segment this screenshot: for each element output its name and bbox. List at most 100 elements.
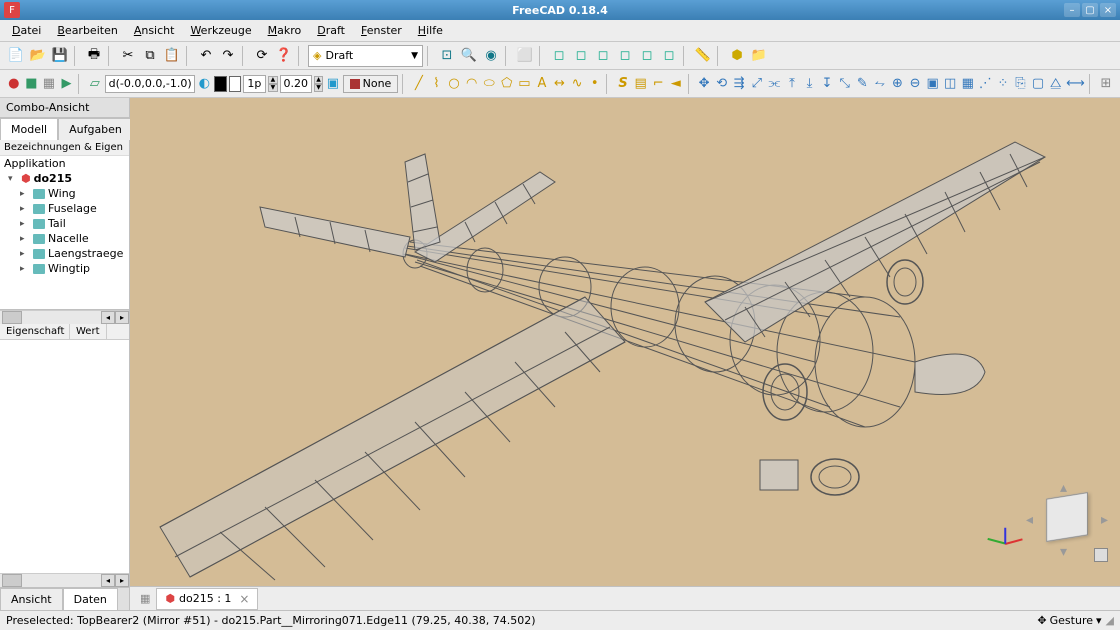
upgrade-tool-icon[interactable]: ⤓ [802, 74, 818, 94]
facebinder-icon[interactable]: ▤ [633, 74, 649, 94]
tree-item-wingtip[interactable]: ▸Wingtip [0, 261, 129, 276]
line-tool-icon[interactable]: ╱ [411, 74, 427, 94]
scale-tool-icon[interactable]: ⤡ [837, 74, 853, 94]
wire2bspline-icon[interactable]: ⥊ [872, 74, 888, 94]
minimize-button[interactable]: – [1064, 3, 1080, 17]
shapestring-icon[interactable]: S [615, 74, 631, 94]
view-right-icon[interactable]: ◻ [593, 46, 613, 66]
copy-icon[interactable]: ⧉ [140, 46, 160, 66]
label-icon[interactable]: ◄ [668, 74, 684, 94]
model-tree[interactable]: Bezeichnungen & Eigen Applikation ▾⬢do21… [0, 140, 129, 310]
tree-item-nacelle[interactable]: ▸Nacelle [0, 231, 129, 246]
zoom-icon[interactable]: 🔍 [459, 46, 479, 66]
view-front-icon[interactable]: ◻ [549, 46, 569, 66]
undo-icon[interactable]: ↶ [196, 46, 216, 66]
circle-tool-icon[interactable]: ○ [446, 74, 462, 94]
toggle-icon[interactable]: ◐ [197, 74, 213, 94]
shape2d-icon[interactable]: ▣ [925, 74, 941, 94]
join-tool-icon[interactable]: ⫘ [767, 74, 783, 94]
wire-tool-icon[interactable]: ⌇ [429, 74, 445, 94]
tree-root[interactable]: Applikation [0, 156, 129, 171]
menu-draft[interactable]: Draft [309, 21, 353, 40]
spin-1[interactable]: 1p [243, 75, 266, 93]
open-file-icon[interactable]: 📂 [28, 46, 48, 66]
addpoint-icon[interactable]: ⊕ [890, 74, 906, 94]
close-tab-icon[interactable]: × [239, 592, 249, 606]
view-iso-icon[interactable]: ⬜ [515, 46, 535, 66]
plane-icon[interactable]: ▱ [87, 74, 103, 94]
resize-grip-icon[interactable]: ◢ [1106, 614, 1114, 627]
tree-item-fuselage[interactable]: ▸Fuselage [0, 201, 129, 216]
whatsthis-icon[interactable]: ❓ [274, 46, 294, 66]
drawing-icon[interactable]: ▢ [1030, 74, 1046, 94]
tree-item-tail[interactable]: ▸Tail [0, 216, 129, 231]
stop-icon[interactable]: ■ [24, 74, 40, 94]
offset-tool-icon[interactable]: ⇶ [731, 74, 747, 94]
menu-datei[interactable]: Datei [4, 21, 49, 40]
point-tool-icon[interactable]: • [587, 74, 603, 94]
view-left-icon[interactable]: ◻ [659, 46, 679, 66]
group-icon[interactable]: 📁 [749, 46, 769, 66]
bspline-tool-icon[interactable]: ∿ [569, 74, 585, 94]
view-top-icon[interactable]: ◻ [571, 46, 591, 66]
ellipse-tool-icon[interactable]: ⬭ [481, 74, 497, 94]
workbench-selector[interactable]: ◈ Draft ▼ [308, 45, 423, 67]
sketch-icon[interactable]: ◫ [942, 74, 958, 94]
move-tool-icon[interactable]: ✥ [696, 74, 712, 94]
arc-tool-icon[interactable]: ◠ [464, 74, 480, 94]
autogroup-none[interactable]: None [343, 75, 399, 93]
text-tool-icon[interactable]: A [534, 74, 550, 94]
clone-tool-icon[interactable]: ⎘ [1013, 74, 1029, 94]
snap-toggle-icon[interactable]: ⊞ [1098, 74, 1114, 94]
tab-ansicht[interactable]: Ansicht [0, 588, 63, 610]
doctab-do215[interactable]: ⬢ do215 : 1 × [156, 588, 258, 610]
polygon-tool-icon[interactable]: ⬠ [499, 74, 515, 94]
tree-doc[interactable]: ▾⬢do215 [0, 171, 129, 186]
menu-hilfe[interactable]: Hilfe [410, 21, 451, 40]
menu-ansicht[interactable]: Ansicht [126, 21, 183, 40]
save-file-icon[interactable]: 💾 [50, 46, 70, 66]
stretch-tool-icon[interactable]: ⟷ [1065, 74, 1085, 94]
3d-view[interactable]: ▴ ▾ ◂ ▸ [130, 98, 1120, 586]
tab-aufgaben[interactable]: Aufgaben [58, 118, 133, 140]
zoom-fit-icon[interactable]: ⊡ [437, 46, 457, 66]
paste-icon[interactable]: 📋 [162, 46, 182, 66]
rotate-tool-icon[interactable]: ⟲ [714, 74, 730, 94]
bezier-icon[interactable]: ⌐ [650, 74, 666, 94]
macros-icon[interactable]: ▦ [41, 74, 57, 94]
downgrade-tool-icon[interactable]: ↧ [819, 74, 835, 94]
menu-makro[interactable]: Makro [260, 21, 310, 40]
props-scrollbar[interactable]: ◂▸ [0, 573, 129, 587]
redo-icon[interactable]: ↷ [218, 46, 238, 66]
construction-icon[interactable]: ▣ [325, 74, 341, 94]
menu-werkzeuge[interactable]: Werkzeuge [182, 21, 259, 40]
record-icon[interactable]: ● [6, 74, 22, 94]
navigation-cube[interactable]: ▴ ▾ ◂ ▸ [1032, 486, 1102, 556]
view-rear-icon[interactable]: ◻ [615, 46, 635, 66]
refresh-icon[interactable]: ⟳ [252, 46, 272, 66]
dimension-tool-icon[interactable]: ↔ [552, 74, 568, 94]
tab-modell[interactable]: Modell [0, 118, 58, 140]
delpoint-icon[interactable]: ⊖ [907, 74, 923, 94]
print-icon[interactable]: 🖶 [84, 46, 104, 66]
nav-style[interactable]: ✥ Gesture ▾ [1037, 614, 1101, 627]
menu-fenster[interactable]: Fenster [353, 21, 410, 40]
spin-2[interactable]: 0.20 [280, 75, 313, 93]
property-view[interactable] [0, 340, 129, 573]
cut-icon[interactable]: ✂ [118, 46, 138, 66]
trimex-tool-icon[interactable]: ⤢ [749, 74, 765, 94]
new-file-icon[interactable]: 📄 [6, 46, 26, 66]
face-color[interactable] [214, 76, 227, 92]
draw-style-icon[interactable]: ◉ [481, 46, 501, 66]
edit-tool-icon[interactable]: ✎ [855, 74, 871, 94]
tree-scrollbar[interactable]: ◂▸ [0, 310, 129, 324]
patharray-icon[interactable]: ⋰ [978, 74, 994, 94]
pointarray-icon[interactable]: ⁘ [995, 74, 1011, 94]
split-tool-icon[interactable]: ⤒ [784, 74, 800, 94]
coord-input[interactable]: d(-0.0,0.0,-1.0) [105, 75, 195, 93]
tab-daten[interactable]: Daten [63, 588, 118, 610]
play-icon[interactable]: ▶ [59, 74, 75, 94]
maximize-button[interactable]: ▢ [1082, 3, 1098, 17]
measure-icon[interactable]: 📏 [693, 46, 713, 66]
line-color[interactable] [229, 76, 242, 92]
